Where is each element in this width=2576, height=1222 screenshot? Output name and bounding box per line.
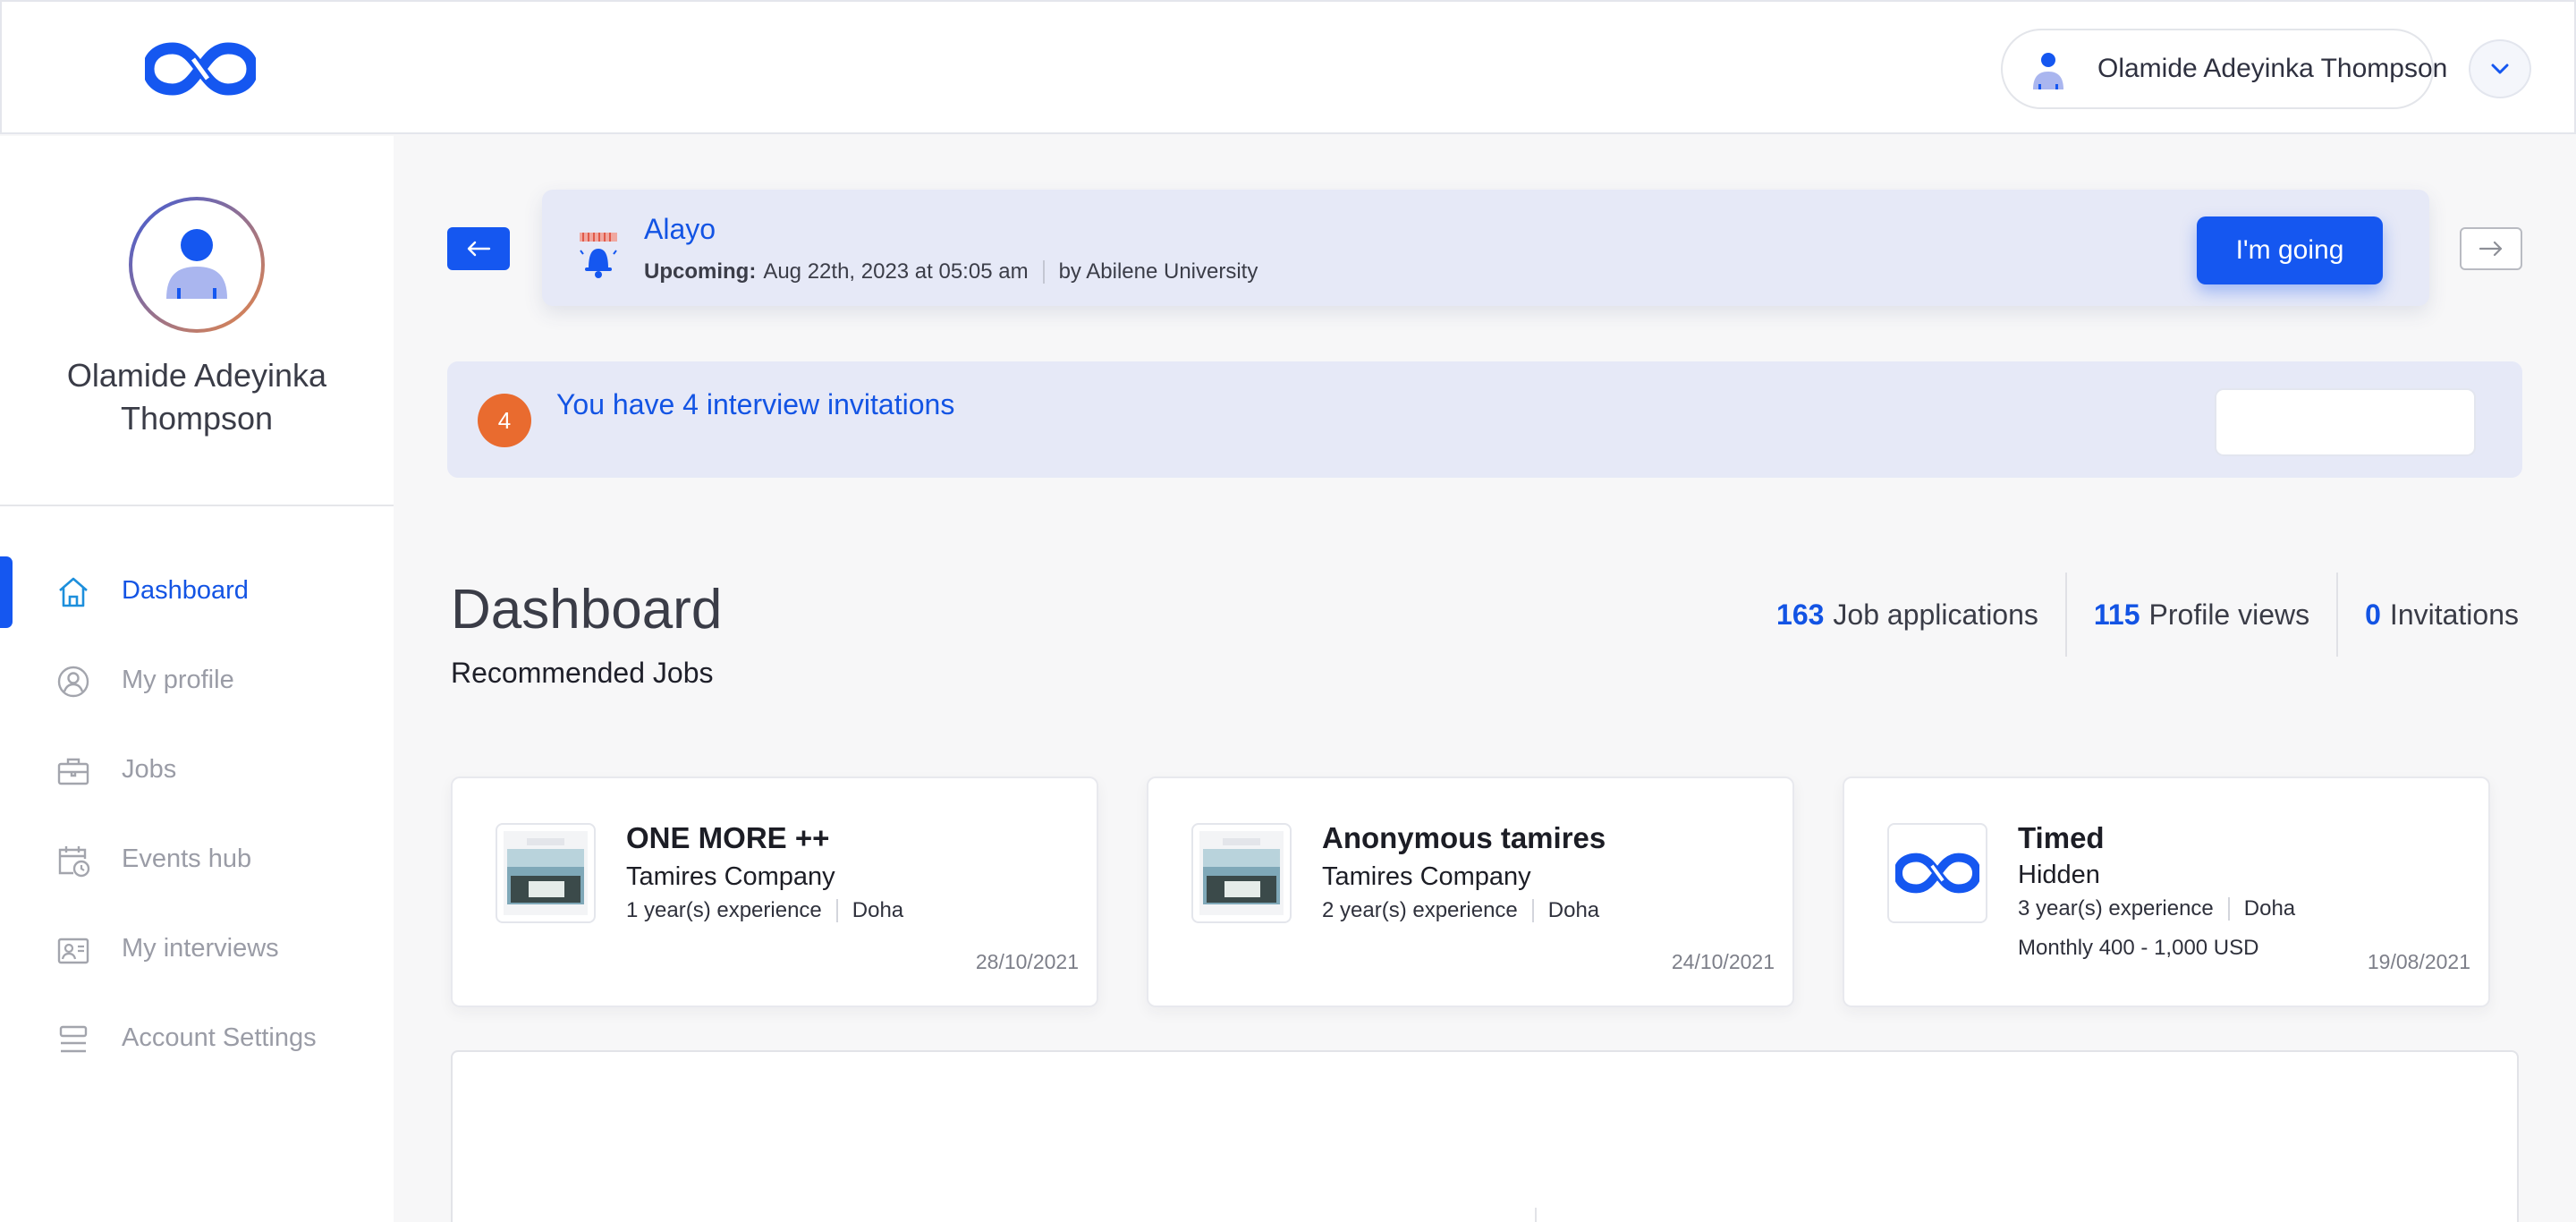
job-meta: 1 year(s) experience Doha <box>626 898 903 923</box>
top-bar: Olamide Adeyinka Thompson <box>0 0 2576 134</box>
briefcase-icon <box>57 758 89 785</box>
calendar-clock-icon <box>58 846 90 878</box>
job-card[interactable]: ONE MORE ++ Tamires Company 1 year(s) ex… <box>451 776 1098 1007</box>
event-meta: Upcoming: Aug 22th, 2023 at 05:05 am by … <box>644 259 1258 284</box>
job-salary: Monthly 400 - 1,000 USD <box>2018 936 2259 960</box>
user-circle-icon <box>57 666 89 698</box>
user-avatar-icon <box>2033 53 2063 89</box>
interview-invitations-banner: 4 You have 4 interview invitations <box>447 361 2522 478</box>
sidebar-item-label: Jobs <box>122 755 177 784</box>
sidebar-item-dashboard[interactable]: Dashboard <box>0 556 394 628</box>
user-name: Olamide Adeyinka Thompson <box>2097 54 2448 83</box>
home-icon <box>59 577 88 607</box>
user-avatar-icon <box>166 229 227 299</box>
sidebar-item-label: Account Settings <box>122 1023 317 1052</box>
job-meta: 3 year(s) experience Doha <box>2018 896 2295 921</box>
sidebar-item-my-interviews[interactable]: My interviews <box>0 914 394 986</box>
company-photo-icon <box>1199 831 1284 915</box>
invitations-message[interactable]: You have 4 interview invitations <box>556 388 954 421</box>
interview-icon <box>57 938 89 964</box>
arrow-right-icon <box>2479 241 2503 257</box>
job-experience: 2 year(s) experience <box>1322 898 1518 922</box>
company-thumbnail <box>496 823 596 923</box>
meta-divider <box>835 899 838 922</box>
stat-value: 0 <box>2365 598 2381 631</box>
profile-avatar[interactable] <box>129 197 265 333</box>
job-card[interactable]: Anonymous tamires Tamires Company 2 year… <box>1147 776 1794 1007</box>
brand-logo-icon <box>1895 853 1979 894</box>
chevron-down-icon <box>2491 64 2509 74</box>
company-thumbnail <box>1191 823 1292 923</box>
job-experience: 3 year(s) experience <box>2018 896 2214 921</box>
sidebar: Olamide Adeyinka Thompson Dashboard My p… <box>0 136 394 1222</box>
event-date: Aug 22th, 2023 at 05:05 am <box>763 259 1029 284</box>
event-organizer: by Abilene University <box>1058 259 1258 284</box>
arrow-left-icon <box>467 241 491 257</box>
stat-value: 163 <box>1776 598 1825 631</box>
meta-divider <box>2227 897 2230 921</box>
job-date: 19/08/2021 <box>2367 950 2470 973</box>
sidebar-item-account-settings[interactable]: Account Settings <box>0 1004 394 1075</box>
activity-panel <box>451 1050 2519 1222</box>
im-going-button[interactable]: I'm going <box>2197 216 2383 284</box>
event-banner: Alayo Upcoming: Aug 22th, 2023 at 05:05 … <box>542 190 2429 306</box>
stat-label: Invitations <box>2389 598 2519 631</box>
job-card[interactable]: Timed Hidden 3 year(s) experience Doha M… <box>1843 776 2490 1007</box>
job-experience: 1 year(s) experience <box>626 898 822 922</box>
settings-list-icon <box>59 1025 88 1053</box>
job-location: Doha <box>852 898 904 922</box>
brand-logo-icon[interactable] <box>145 41 256 97</box>
calendar-bell-icon <box>580 233 617 278</box>
job-date: 28/10/2021 <box>975 950 1079 973</box>
invitations-action-button[interactable] <box>2215 388 2476 456</box>
job-meta: 2 year(s) experience Doha <box>1322 898 1599 923</box>
stat-profile-views[interactable]: 115 Profile views <box>2064 573 2336 657</box>
job-company: Tamires Company <box>1322 862 1531 891</box>
stats-bar: 163 Job applications 115 Profile views 0… <box>1750 573 2519 657</box>
event-status-label: Upcoming: <box>644 259 757 284</box>
user-menu[interactable]: Olamide Adeyinka Thompson <box>2001 29 2447 109</box>
job-title[interactable]: ONE MORE ++ <box>626 821 829 855</box>
job-date: 24/10/2021 <box>1671 950 1775 973</box>
panel-divider <box>1535 1208 1537 1222</box>
sidebar-item-label: Dashboard <box>122 576 249 605</box>
next-event-button[interactable] <box>2460 227 2522 270</box>
sidebar-item-jobs[interactable]: Jobs <box>0 735 394 807</box>
sidebar-item-label: Events hub <box>122 844 252 873</box>
stat-label: Profile views <box>2148 598 2310 631</box>
meta-divider <box>1042 260 1045 284</box>
stat-value: 115 <box>2093 598 2140 631</box>
prev-event-button[interactable] <box>447 227 510 270</box>
company-thumbnail <box>1887 823 1987 923</box>
job-title[interactable]: Anonymous tamires <box>1322 821 1606 855</box>
invitation-count-badge: 4 <box>478 394 531 447</box>
job-company: Tamires Company <box>626 862 835 891</box>
event-title[interactable]: Alayo <box>644 213 716 246</box>
sidebar-item-label: My interviews <box>122 934 279 963</box>
sidebar-item-events-hub[interactable]: Events hub <box>0 825 394 896</box>
job-company: Hidden <box>2018 861 2100 889</box>
company-photo-icon <box>504 831 588 915</box>
stat-label: Job applications <box>1833 598 2038 631</box>
stat-job-applications[interactable]: 163 Job applications <box>1750 573 2065 657</box>
stat-invitations[interactable]: 0 Invitations <box>2336 573 2519 657</box>
sidebar-item-label: My profile <box>122 666 234 694</box>
user-dropdown-button[interactable] <box>2469 39 2531 98</box>
profile-name: Olamide Adeyinka Thompson <box>66 357 327 437</box>
active-indicator <box>0 556 13 628</box>
meta-divider <box>1531 899 1534 922</box>
job-location: Doha <box>2243 896 2296 921</box>
page-title: Dashboard <box>451 579 723 641</box>
sidebar-item-my-profile[interactable]: My profile <box>0 646 394 717</box>
recommended-jobs-title: Recommended Jobs <box>451 657 714 689</box>
sidebar-divider <box>0 505 394 506</box>
job-title[interactable]: Timed <box>2018 821 2105 855</box>
job-location: Doha <box>1547 898 1600 922</box>
